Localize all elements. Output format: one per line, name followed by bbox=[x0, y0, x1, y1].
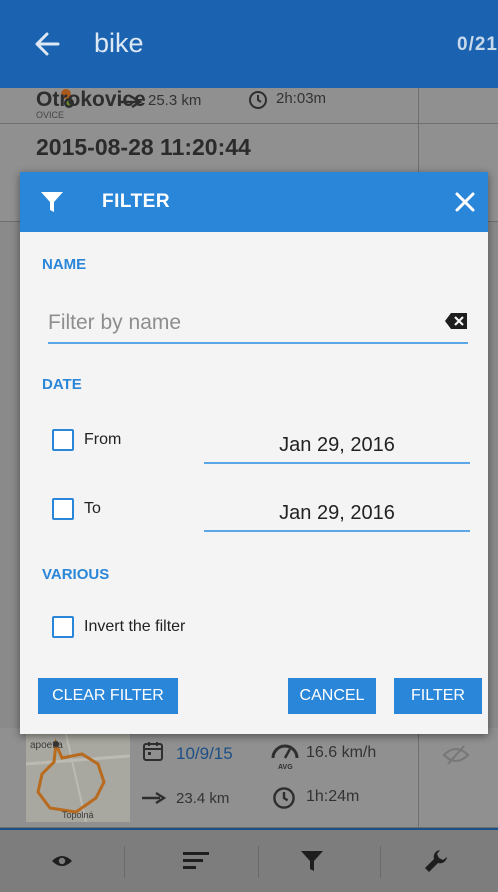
from-label: From bbox=[84, 431, 122, 448]
backspace-icon[interactable] bbox=[444, 312, 468, 330]
track-date: 10/9/15 bbox=[176, 744, 233, 763]
to-date-field[interactable]: Jan 29, 2016 bbox=[204, 494, 470, 532]
filter-icon bbox=[41, 192, 63, 212]
apply-filter-button[interactable]: FILTER bbox=[394, 678, 482, 714]
various-section-label: VARIOUS bbox=[42, 566, 110, 583]
clear-filter-button[interactable]: CLEAR FILTER bbox=[38, 678, 178, 714]
eye-icon bbox=[52, 856, 72, 866]
settings-button[interactable] bbox=[374, 830, 498, 892]
dialog-header: FILTER bbox=[20, 172, 488, 232]
bottom-toolbar bbox=[0, 828, 498, 892]
from-date-field[interactable]: Jan 29, 2016 bbox=[204, 426, 470, 464]
arrow-right-icon bbox=[142, 792, 166, 804]
dialog-title: FILTER bbox=[102, 191, 171, 212]
track-duration: 2h:03m bbox=[276, 90, 327, 107]
track-count: 0/21 bbox=[457, 34, 498, 55]
clock-icon bbox=[273, 787, 295, 809]
to-checkbox[interactable] bbox=[52, 498, 74, 520]
arrow-right-icon bbox=[118, 96, 142, 108]
from-checkbox[interactable] bbox=[52, 429, 74, 451]
app-title: bike bbox=[94, 28, 144, 58]
wrench-icon bbox=[425, 850, 447, 872]
filter-icon bbox=[301, 851, 323, 871]
date-section-label: DATE bbox=[42, 376, 82, 393]
clock-icon bbox=[249, 91, 267, 109]
close-icon[interactable] bbox=[454, 191, 476, 213]
cancel-button[interactable]: CANCEL bbox=[288, 678, 376, 714]
visibility-button[interactable] bbox=[0, 830, 124, 892]
to-label: To bbox=[84, 500, 101, 517]
name-section-label: NAME bbox=[42, 256, 87, 273]
track-row[interactable]: Otrokovice OVICE 25.3 km 2h:03m bbox=[0, 88, 498, 124]
sort-button[interactable] bbox=[134, 830, 258, 892]
track-row[interactable]: apoetla Topolná 10/9/15 AVG 16.6 km/h 23… bbox=[0, 728, 498, 828]
calendar-icon bbox=[143, 742, 163, 761]
back-arrow-icon[interactable] bbox=[34, 26, 60, 62]
filter-toolbar-button[interactable] bbox=[250, 830, 374, 892]
app-bar: bike 0/21 bbox=[0, 0, 498, 88]
sort-icon bbox=[183, 852, 209, 869]
visibility-off-icon[interactable] bbox=[442, 744, 470, 766]
invert-filter-checkbox[interactable] bbox=[52, 616, 74, 638]
track-duration: 1h:24m bbox=[306, 788, 360, 805]
track-distance: 23.4 km bbox=[176, 790, 230, 807]
track-title: 2015-08-28 11:20:44 bbox=[36, 134, 251, 160]
track-sublabel: OVICE bbox=[36, 110, 65, 120]
map-label: apoetla bbox=[30, 740, 63, 751]
track-map-thumbnail: apoetla Topolná bbox=[26, 734, 130, 822]
map-label: Topolná bbox=[62, 810, 94, 820]
track-distance: 25.3 km bbox=[148, 92, 202, 109]
invert-filter-label: Invert the filter bbox=[84, 618, 186, 635]
avg-badge: AVG bbox=[278, 764, 293, 771]
track-avg-speed: 16.6 km/h bbox=[306, 744, 377, 761]
filter-dialog: FILTER NAME DATE From Jan 29, 2016 To Ja… bbox=[20, 172, 488, 734]
name-filter-input[interactable] bbox=[48, 304, 468, 344]
